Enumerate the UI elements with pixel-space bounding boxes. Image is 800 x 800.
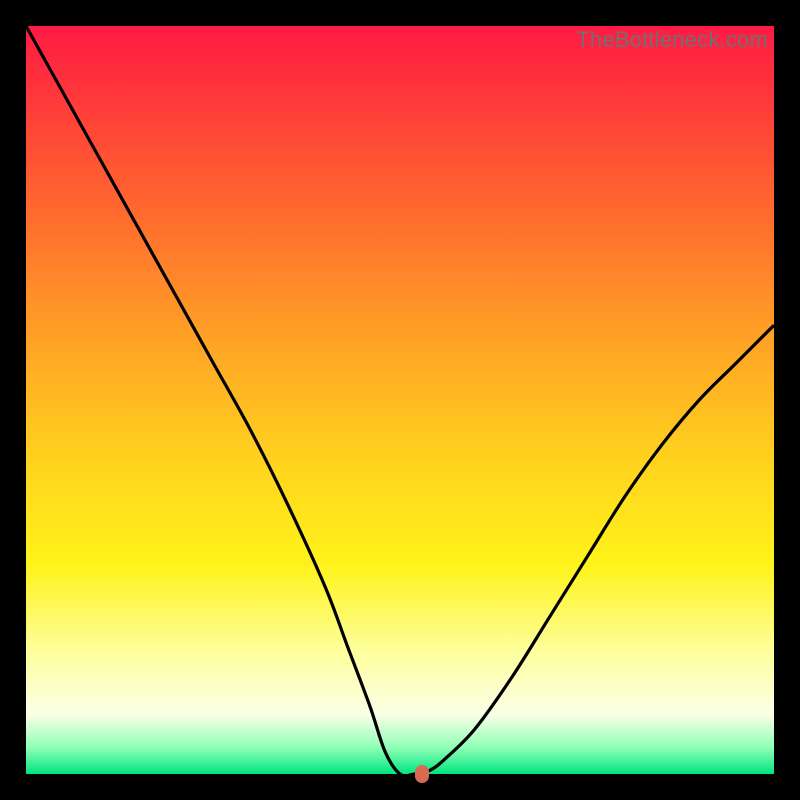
optimal-point-marker — [415, 765, 429, 783]
bottleneck-curve — [26, 26, 774, 774]
chart-plot-area: TheBottleneck.com — [26, 26, 774, 774]
